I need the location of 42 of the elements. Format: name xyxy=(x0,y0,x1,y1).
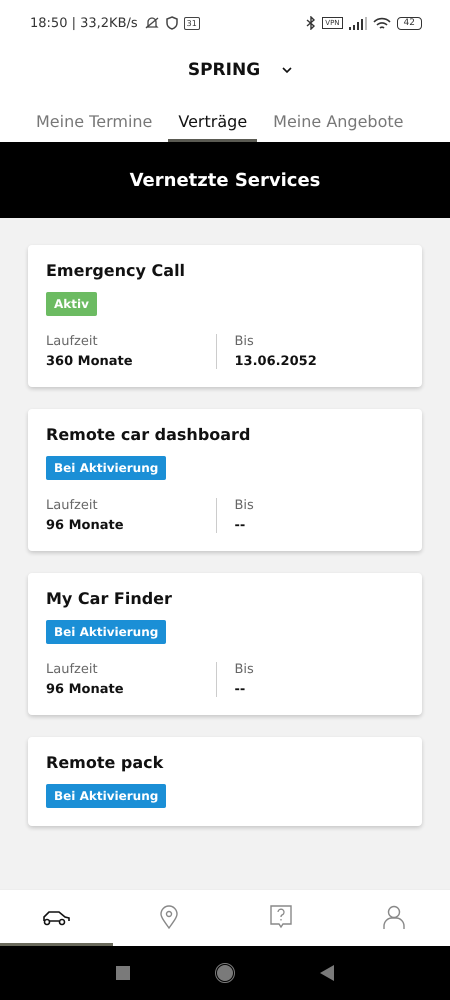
status-badge: Bei Aktivierung xyxy=(46,620,166,644)
tab[interactable]: Meine Angebote xyxy=(263,94,414,142)
calendar-icon: 31 xyxy=(184,16,200,30)
field-value: -- xyxy=(234,682,246,697)
battery-indicator: 42 xyxy=(396,16,422,30)
profile-icon xyxy=(382,904,405,928)
field-value: 96 Monate xyxy=(46,518,125,533)
field-value: 13.06.2052 xyxy=(234,354,318,369)
field-label: Bis xyxy=(234,498,255,513)
status-badge: Bei Aktivierung xyxy=(46,784,166,808)
service-card[interactable]: My Car Finder Bei Aktivierung Laufzeit 96 Monate Bis -- xyxy=(28,573,422,715)
tab[interactable]: Meine Termine xyxy=(26,94,162,142)
status-badge: Bei Aktivierung xyxy=(46,456,166,480)
home-icon[interactable] xyxy=(215,963,235,983)
service-name: Remote pack xyxy=(46,753,164,772)
location-pin-icon xyxy=(158,904,179,928)
field-label: Laufzeit xyxy=(46,662,99,677)
service-name: My Car Finder xyxy=(46,589,172,608)
field-value: 360 Monate xyxy=(46,354,134,369)
wifi-icon xyxy=(372,16,391,30)
service-name: Emergency Call xyxy=(46,261,186,280)
service-card[interactable]: Remote pack Bei Aktivierung xyxy=(28,737,422,826)
field-label: Laufzeit xyxy=(46,334,99,349)
service-card[interactable]: Emergency Call Aktiv Laufzeit 360 Monate Bis 13.06.2052 xyxy=(28,245,422,387)
help-icon xyxy=(270,904,292,928)
bluetooth-icon xyxy=(306,16,316,30)
field-label: Laufzeit xyxy=(46,498,99,513)
vehicle-name[interactable]: SPRING xyxy=(188,60,260,80)
service-card[interactable]: Remote car dashboard Bei Aktivierung Laufzeit 96 Monate Bis -- xyxy=(28,409,422,551)
field-label: Bis xyxy=(234,662,255,677)
banner-title: Vernetzte Services xyxy=(130,170,320,190)
field-value: 96 Monate xyxy=(46,682,125,697)
shield-icon xyxy=(166,16,178,30)
back-icon[interactable] xyxy=(320,965,334,981)
chevron-down-icon[interactable] xyxy=(282,66,292,74)
signal-icon xyxy=(348,16,367,30)
field-value: -- xyxy=(234,518,246,533)
service-name: Remote car dashboard xyxy=(46,425,250,444)
status-badge: Aktiv xyxy=(46,292,97,316)
status-time: 18:50 | 33,2KB/s xyxy=(30,16,138,30)
field-label: Bis xyxy=(234,334,255,349)
muted-bell-icon xyxy=(144,16,160,30)
